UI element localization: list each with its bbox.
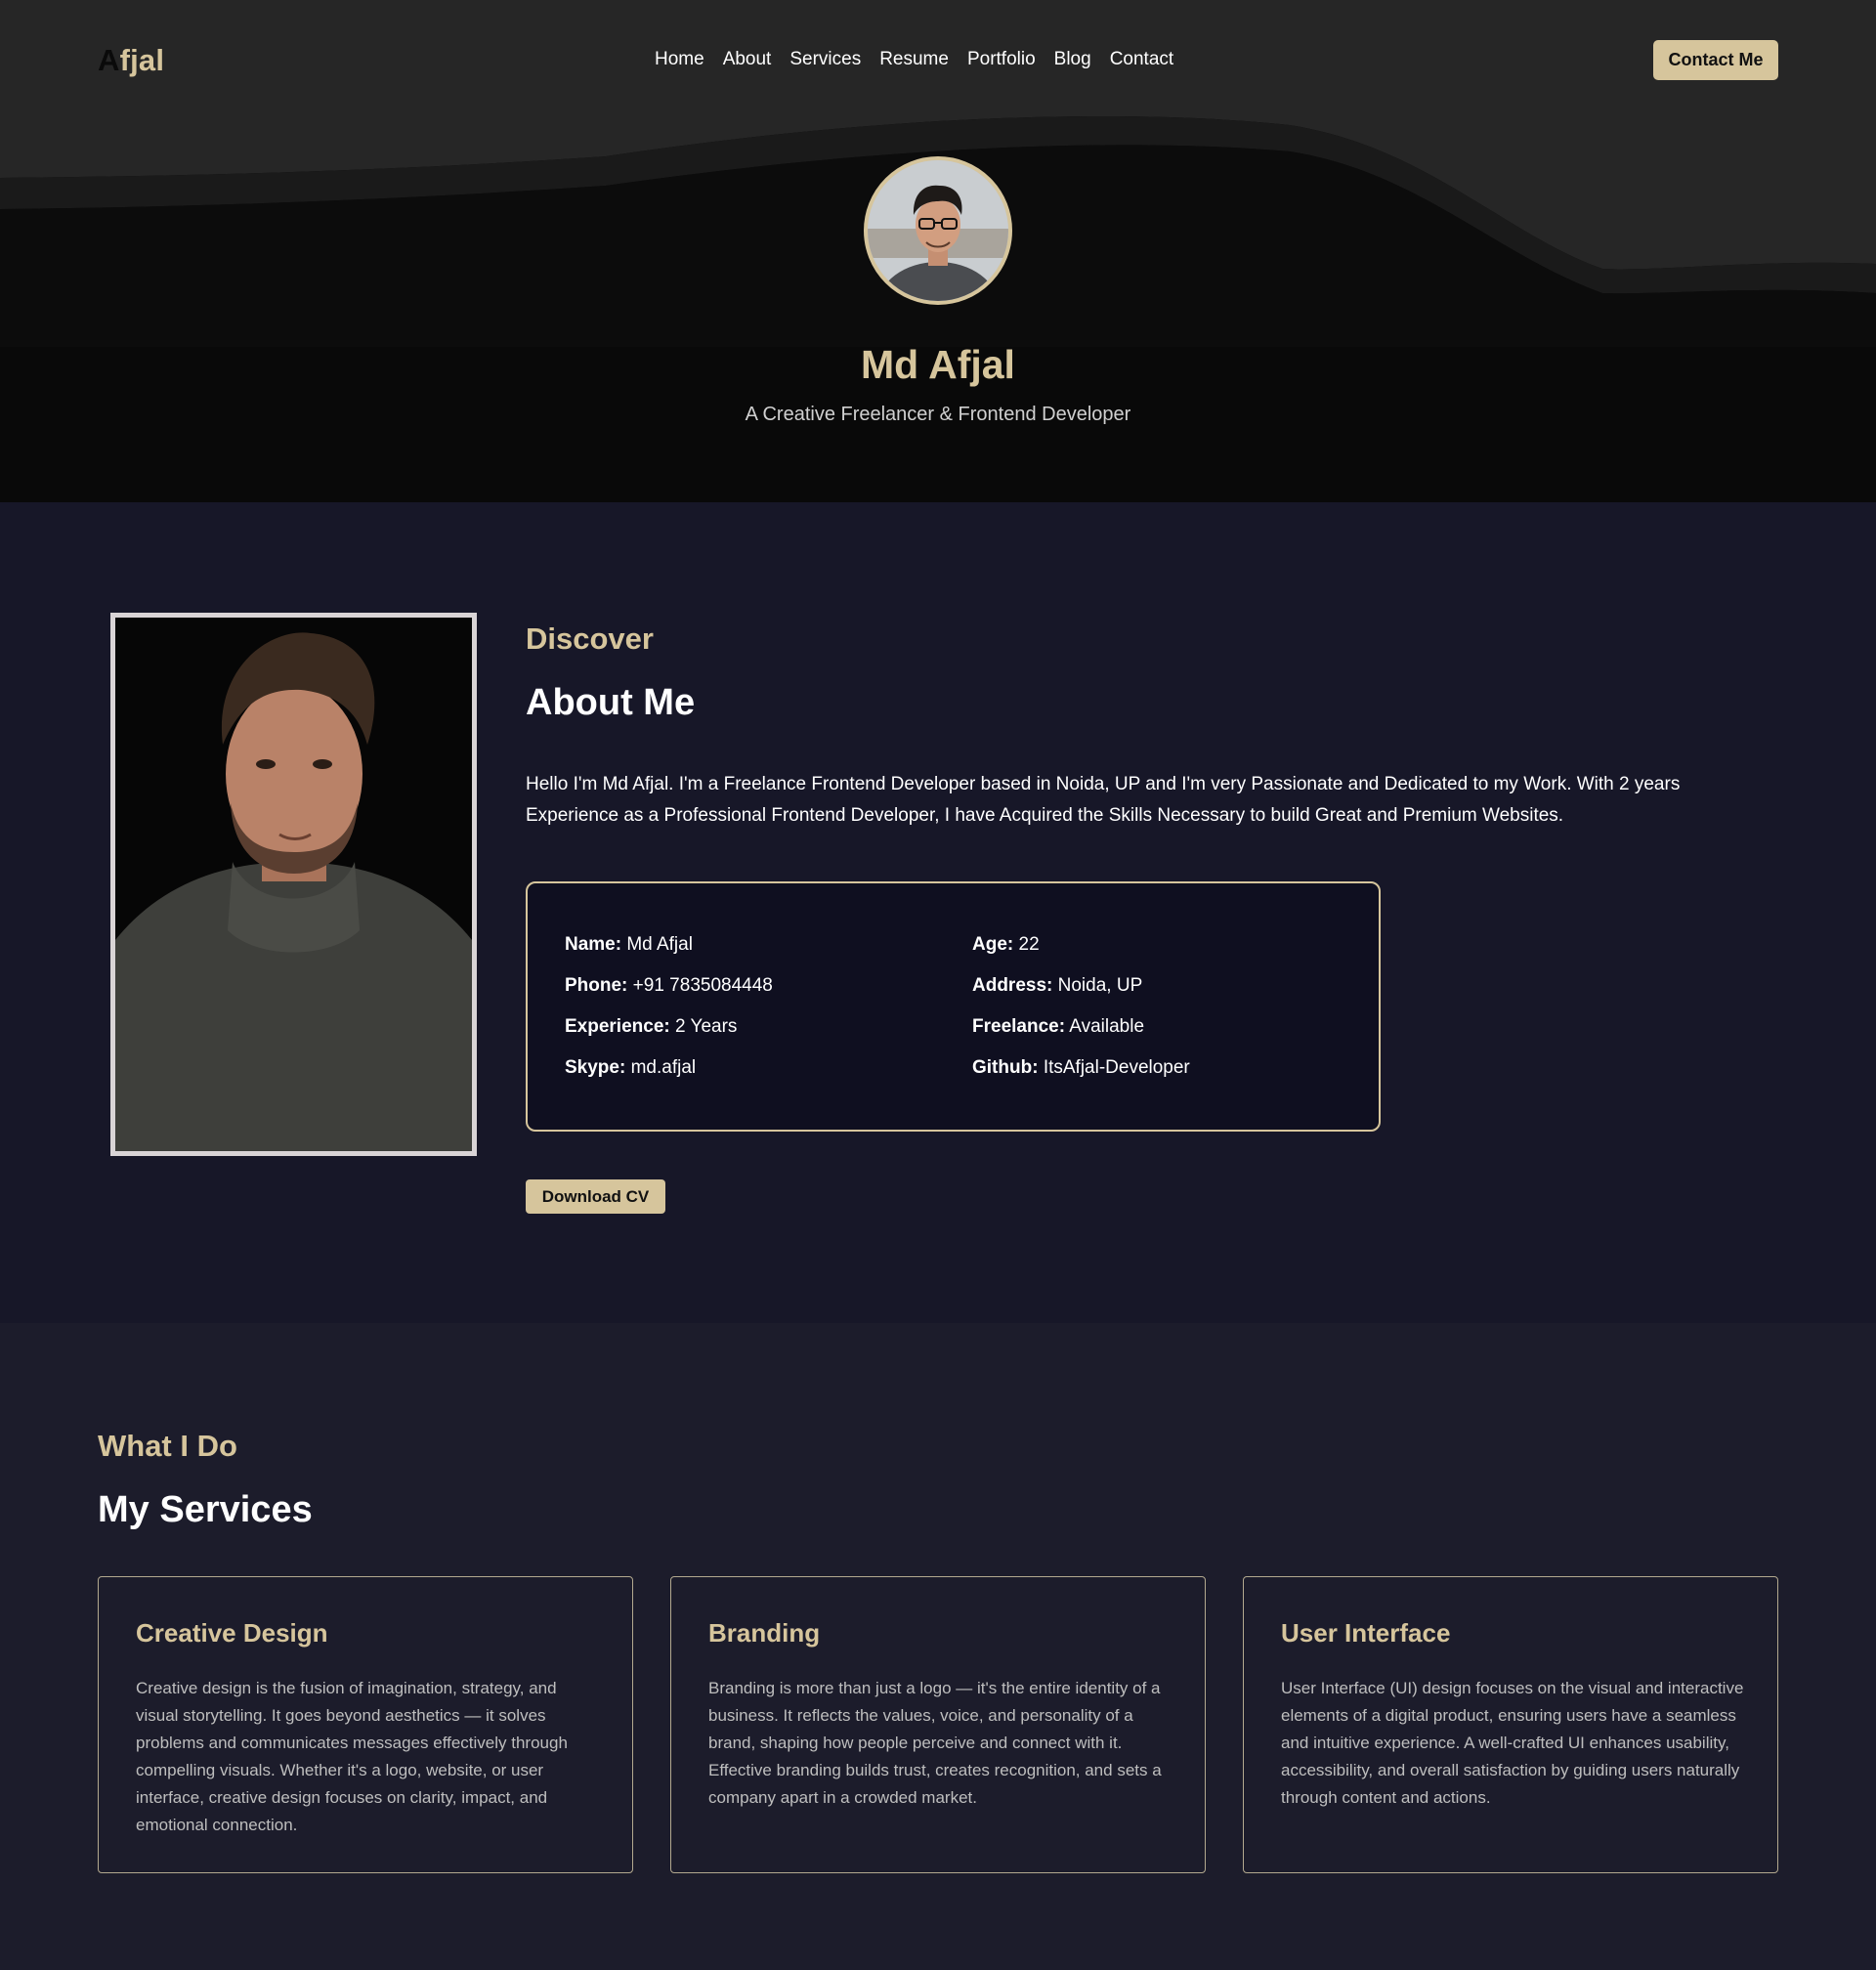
service-card-title: Branding — [708, 1618, 821, 1648]
service-card-creative-design: Creative Design Creative design is the f… — [98, 1576, 633, 1873]
contact-me-button[interactable]: Contact Me — [1653, 40, 1778, 80]
about-kicker: Discover — [526, 621, 654, 656]
top-navbar: Afjal Home About Services Resume Portfol… — [0, 0, 1876, 121]
service-card-text: Branding is more than just a logo — it's… — [708, 1679, 1162, 1807]
service-card-user-interface: User Interface User Interface (UI) desig… — [1243, 1576, 1778, 1873]
nav-link-blog[interactable]: Blog — [1054, 49, 1091, 70]
about-description: Hello I'm Md Afjal. I'm a Freelance Fron… — [526, 774, 1681, 826]
info-name: Name: Md Afjal — [565, 934, 693, 955]
hero-tagline: A Creative Freelancer & Frontend Develop… — [745, 404, 1131, 425]
about-section: Discover About Me Hello I'm Md Afjal. I'… — [0, 502, 1876, 1323]
service-card-branding: Branding Branding is more than just a lo… — [670, 1576, 1206, 1873]
services-title: My Services — [98, 1489, 313, 1530]
nav-link-about[interactable]: About — [723, 49, 772, 70]
nav-link-services[interactable]: Services — [789, 49, 861, 70]
info-skype: Skype: md.afjal — [565, 1057, 697, 1078]
service-card-title: Creative Design — [136, 1618, 328, 1648]
info-age: Age: 22 — [972, 934, 1040, 955]
nav-link-portfolio[interactable]: Portfolio — [967, 49, 1036, 70]
info-address: Address: Noida, UP — [972, 975, 1143, 996]
site-logo[interactable]: Afjal — [98, 43, 164, 78]
services-kicker: What I Do — [98, 1429, 237, 1463]
logo-text: fjal — [119, 43, 165, 77]
hero-name: Md Afjal — [861, 342, 1015, 387]
profile-avatar — [864, 156, 1012, 305]
about-portrait — [110, 613, 477, 1156]
nav-link-home[interactable]: Home — [655, 49, 704, 70]
nav-links: Home About Services Resume Portfolio Blo… — [655, 49, 1192, 70]
info-experience: Experience: 2 Years — [565, 1016, 738, 1037]
download-cv-button[interactable]: Download CV — [526, 1179, 665, 1214]
services-section: What I Do My Services Creative Design Cr… — [0, 1323, 1876, 1970]
service-card-text: Creative design is the fusion of imagina… — [136, 1679, 568, 1834]
hero-section: Afjal Home About Services Resume Portfol… — [0, 0, 1876, 502]
nav-link-resume[interactable]: Resume — [879, 49, 949, 70]
logo-initial: A — [98, 43, 120, 77]
personal-info-card: Name: Md Afjal Phone: +91 7835084448 Exp… — [526, 881, 1381, 1132]
service-card-title: User Interface — [1281, 1618, 1451, 1648]
info-github: Github: ItsAfjal-Developer — [972, 1057, 1190, 1078]
portrait-image — [115, 618, 472, 1151]
avatar-image — [868, 160, 1008, 301]
nav-link-contact[interactable]: Contact — [1110, 49, 1173, 70]
info-freelance: Freelance: Available — [972, 1016, 1145, 1037]
info-phone: Phone: +91 7835084448 — [565, 975, 773, 996]
service-card-text: User Interface (UI) design focuses on th… — [1281, 1679, 1744, 1807]
about-title: About Me — [526, 682, 696, 723]
